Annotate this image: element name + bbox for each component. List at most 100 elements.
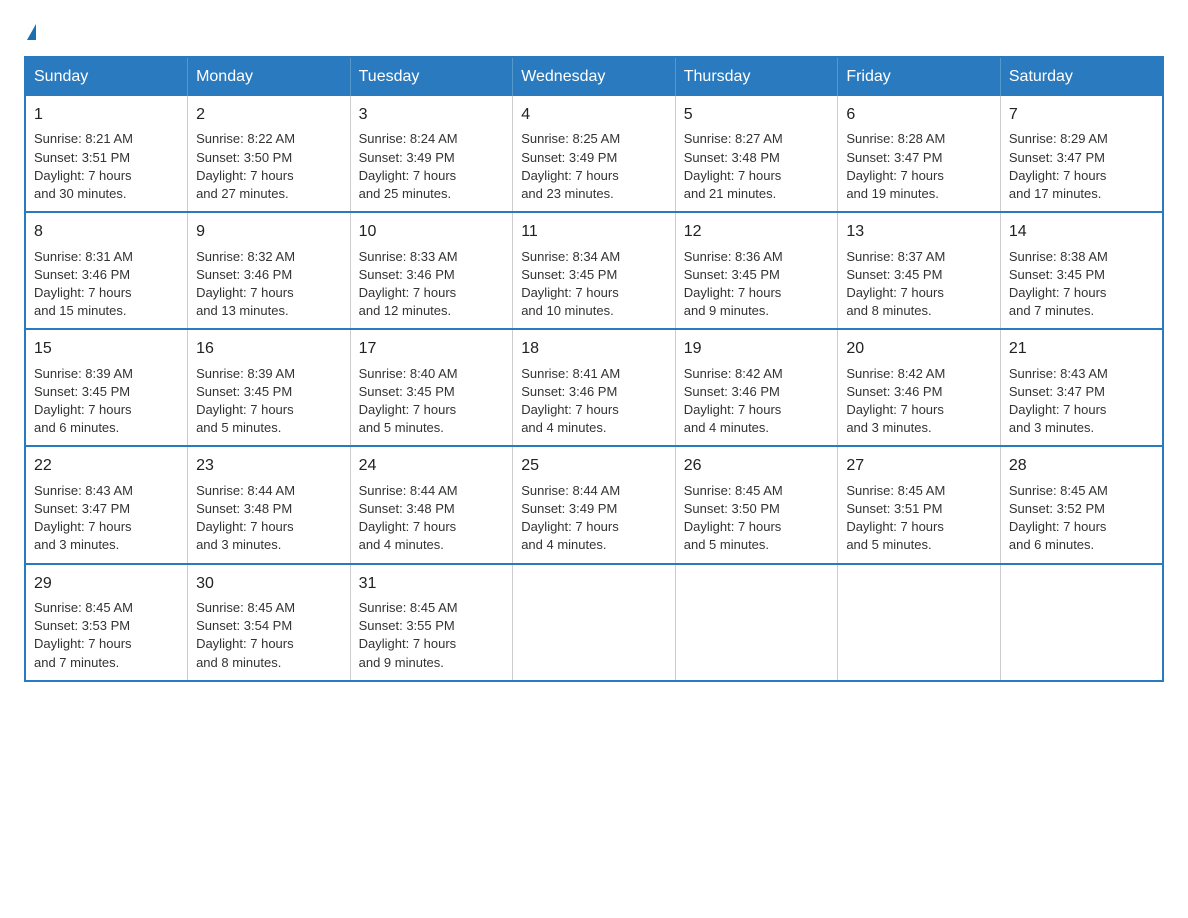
day-sunrise: Sunrise: 8:21 AM: [34, 131, 133, 146]
weekday-header-monday: Monday: [188, 57, 351, 96]
day-daylight2: and 4 minutes.: [359, 537, 444, 552]
day-sunset: Sunset: 3:49 PM: [521, 150, 617, 165]
day-number: 22: [34, 455, 179, 477]
day-number: 15: [34, 338, 179, 360]
calendar-cell: 3Sunrise: 8:24 AMSunset: 3:49 PMDaylight…: [350, 96, 513, 212]
day-daylight2: and 8 minutes.: [846, 303, 931, 318]
day-sunset: Sunset: 3:50 PM: [684, 501, 780, 516]
day-daylight: Daylight: 7 hours: [1009, 519, 1107, 534]
day-sunset: Sunset: 3:51 PM: [846, 501, 942, 516]
calendar-cell: 6Sunrise: 8:28 AMSunset: 3:47 PMDaylight…: [838, 96, 1001, 212]
day-sunrise: Sunrise: 8:45 AM: [34, 600, 133, 615]
day-daylight2: and 7 minutes.: [1009, 303, 1094, 318]
day-number: 5: [684, 104, 830, 126]
day-sunrise: Sunrise: 8:43 AM: [1009, 366, 1108, 381]
day-number: 30: [196, 573, 342, 595]
day-sunset: Sunset: 3:49 PM: [359, 150, 455, 165]
day-daylight2: and 12 minutes.: [359, 303, 452, 318]
day-sunrise: Sunrise: 8:41 AM: [521, 366, 620, 381]
day-number: 24: [359, 455, 505, 477]
day-number: 9: [196, 221, 342, 243]
calendar-cell: 13Sunrise: 8:37 AMSunset: 3:45 PMDayligh…: [838, 212, 1001, 329]
day-daylight: Daylight: 7 hours: [521, 402, 619, 417]
calendar-cell: [513, 564, 676, 681]
day-daylight: Daylight: 7 hours: [359, 519, 457, 534]
day-sunrise: Sunrise: 8:36 AM: [684, 249, 783, 264]
calendar-cell: 27Sunrise: 8:45 AMSunset: 3:51 PMDayligh…: [838, 446, 1001, 563]
day-daylight: Daylight: 7 hours: [1009, 402, 1107, 417]
day-number: 21: [1009, 338, 1154, 360]
day-daylight2: and 5 minutes.: [359, 420, 444, 435]
day-daylight: Daylight: 7 hours: [34, 285, 132, 300]
day-daylight2: and 5 minutes.: [196, 420, 281, 435]
day-daylight: Daylight: 7 hours: [196, 519, 294, 534]
day-daylight: Daylight: 7 hours: [521, 168, 619, 183]
calendar-cell: 15Sunrise: 8:39 AMSunset: 3:45 PMDayligh…: [25, 329, 188, 446]
day-daylight: Daylight: 7 hours: [521, 519, 619, 534]
day-number: 14: [1009, 221, 1154, 243]
day-daylight: Daylight: 7 hours: [846, 168, 944, 183]
calendar-cell: 19Sunrise: 8:42 AMSunset: 3:46 PMDayligh…: [675, 329, 838, 446]
day-daylight: Daylight: 7 hours: [684, 402, 782, 417]
calendar-week-row: 15 Sunrise: 8:39 AM Sunset: 3:45 PM Dayligh…: [25, 329, 1163, 446]
day-number: 18: [521, 338, 667, 360]
day-sunrise: Sunrise: 8:44 AM: [196, 483, 295, 498]
day-sunrise: Sunrise: 8:44 AM: [359, 483, 458, 498]
day-sunrise: Sunrise: 8:27 AM: [684, 131, 783, 146]
calendar-cell: 10Sunrise: 8:33 AMSunset: 3:46 PMDayligh…: [350, 212, 513, 329]
calendar-cell: 4Sunrise: 8:25 AMSunset: 3:49 PMDaylight…: [513, 96, 676, 212]
day-sunrise: Sunrise: 8:42 AM: [846, 366, 945, 381]
day-sunset: Sunset: 3:47 PM: [846, 150, 942, 165]
calendar-cell: 1Sunrise: 8:21 AMSunset: 3:51 PMDaylight…: [25, 96, 188, 212]
calendar-cell: 5Sunrise: 8:27 AMSunset: 3:48 PMDaylight…: [675, 96, 838, 212]
calendar-cell: 9Sunrise: 8:32 AMSunset: 3:46 PMDaylight…: [188, 212, 351, 329]
day-sunset: Sunset: 3:45 PM: [196, 384, 292, 399]
day-sunrise: Sunrise: 8:45 AM: [846, 483, 945, 498]
day-daylight2: and 13 minutes.: [196, 303, 289, 318]
day-daylight2: and 6 minutes.: [34, 420, 119, 435]
day-sunrise: Sunrise: 8:44 AM: [521, 483, 620, 498]
day-number: 27: [846, 455, 992, 477]
day-sunrise: Sunrise: 8:45 AM: [359, 600, 458, 615]
day-daylight: Daylight: 7 hours: [359, 402, 457, 417]
day-daylight: Daylight: 7 hours: [196, 402, 294, 417]
day-number: 31: [359, 573, 505, 595]
day-daylight: Daylight: 7 hours: [1009, 285, 1107, 300]
day-daylight2: and 10 minutes.: [521, 303, 614, 318]
day-sunset: Sunset: 3:49 PM: [521, 501, 617, 516]
calendar-cell: [675, 564, 838, 681]
page-header: [24, 24, 1164, 40]
day-number: 3: [359, 104, 505, 126]
day-sunrise: Sunrise: 8:39 AM: [196, 366, 295, 381]
calendar-week-row: 22Sunrise: 8:43 AMSunset: 3:47 PMDayligh…: [25, 446, 1163, 563]
calendar-cell: 22Sunrise: 8:43 AMSunset: 3:47 PMDayligh…: [25, 446, 188, 563]
day-sunrise: Sunrise: 8:39 AM: [34, 366, 133, 381]
day-number: 6: [846, 104, 992, 126]
day-daylight2: and 5 minutes.: [846, 537, 931, 552]
calendar-week-row: 29Sunrise: 8:45 AMSunset: 3:53 PMDayligh…: [25, 564, 1163, 681]
calendar-cell: 16Sunrise: 8:39 AMSunset: 3:45 PMDayligh…: [188, 329, 351, 446]
weekday-header-thursday: Thursday: [675, 57, 838, 96]
calendar-cell: 21Sunrise: 8:43 AMSunset: 3:47 PMDayligh…: [1000, 329, 1163, 446]
calendar-cell: 30Sunrise: 8:45 AMSunset: 3:54 PMDayligh…: [188, 564, 351, 681]
logo-arrow-icon: [27, 24, 36, 40]
day-daylight2: and 27 minutes.: [196, 186, 289, 201]
weekday-header-sunday: Sunday: [25, 57, 188, 96]
day-sunset: Sunset: 3:48 PM: [359, 501, 455, 516]
weekday-header-wednesday: Wednesday: [513, 57, 676, 96]
calendar-cell: 28Sunrise: 8:45 AMSunset: 3:52 PMDayligh…: [1000, 446, 1163, 563]
day-daylight: Daylight: 7 hours: [359, 285, 457, 300]
calendar-cell: 12Sunrise: 8:36 AMSunset: 3:45 PMDayligh…: [675, 212, 838, 329]
day-daylight2: and 4 minutes.: [684, 420, 769, 435]
day-number: 10: [359, 221, 505, 243]
calendar-cell: 23Sunrise: 8:44 AMSunset: 3:48 PMDayligh…: [188, 446, 351, 563]
day-daylight2: and 17 minutes.: [1009, 186, 1102, 201]
day-sunrise: Sunrise: 8:45 AM: [684, 483, 783, 498]
calendar-cell: 25Sunrise: 8:44 AMSunset: 3:49 PMDayligh…: [513, 446, 676, 563]
day-sunset: Sunset: 3:47 PM: [1009, 150, 1105, 165]
day-daylight2: and 9 minutes.: [684, 303, 769, 318]
calendar-cell: [838, 564, 1001, 681]
day-daylight2: and 3 minutes.: [1009, 420, 1094, 435]
day-number: 12: [684, 221, 830, 243]
calendar-cell: 18Sunrise: 8:41 AMSunset: 3:46 PMDayligh…: [513, 329, 676, 446]
